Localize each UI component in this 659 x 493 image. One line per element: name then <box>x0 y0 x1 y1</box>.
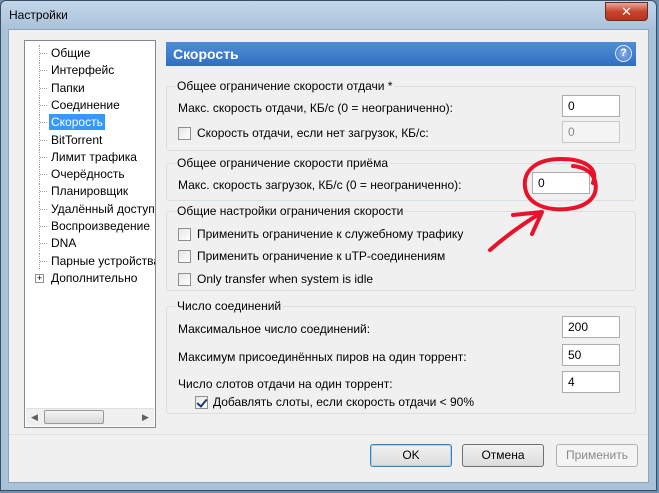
section-header: Скорость ? <box>166 42 636 66</box>
tree-item-label: Лимит трафика <box>51 149 137 164</box>
tree-item-label: Дополнительно <box>51 270 138 285</box>
settings-window: Настройки ✕ Общие Интерфейс Папки Соединени… <box>0 0 657 491</box>
connections-group: Число соединений Максимальное число соед… <box>166 299 636 414</box>
limit-overhead-label: Применить ограничение к служебному трафи… <box>197 227 464 241</box>
tree-item-label: BitTorrent <box>51 132 103 147</box>
tree-connector <box>40 243 47 245</box>
tree-item-label: Интерфейс <box>51 63 115 78</box>
scroll-right-icon[interactable]: ▶ <box>137 409 154 426</box>
max-peers-input[interactable]: 50 <box>562 344 620 366</box>
group-title: Общее ограничение скорости отдачи * <box>175 79 395 93</box>
download-limit-group: Общее ограничение скорости приёма Макс. … <box>166 156 636 201</box>
settings-tree[interactable]: Общие Интерфейс Папки Соединение Скорость Bit… <box>24 40 156 428</box>
tree-connector <box>40 104 47 106</box>
extra-slots-checkbox[interactable] <box>195 396 208 409</box>
section-title: Скорость <box>173 46 239 62</box>
scroll-thumb[interactable] <box>44 410 104 424</box>
expand-plus-icon[interactable]: + <box>35 273 44 283</box>
close-icon: ✕ <box>621 4 632 19</box>
tree-item-label: DNA <box>51 236 77 251</box>
idle-transfer-checkbox[interactable] <box>178 273 191 286</box>
tree-item-label: Удалённый доступ <box>51 201 155 216</box>
dialog-client: Общие Интерфейс Папки Соединение Скорость Bit… <box>8 29 649 483</box>
limit-utp-label: Применить ограничение к uTP-соединениям <box>197 249 446 263</box>
idle-transfer-label: Only transfer when system is idle <box>197 272 374 286</box>
max-peers-label: Максимум присоединённых пиров на один то… <box>178 350 467 364</box>
tree-item-label: Парные устройства <box>51 253 156 268</box>
apply-button[interactable]: Применить <box>556 444 638 467</box>
limit-utp-checkbox[interactable] <box>178 250 191 263</box>
general-limit-group: Общие настройки ограничения скорости При… <box>166 204 636 291</box>
group-title: Общее ограничение скорости приёма <box>175 156 391 170</box>
cancel-button[interactable]: Отмена <box>462 444 544 467</box>
max-download-input[interactable]: 0 <box>532 172 590 194</box>
upload-limit-group: Общее ограничение скорости отдачи * Макс… <box>166 79 636 151</box>
tree-connector <box>40 70 47 72</box>
idle-upload-label: Скорость отдачи, если нет загрузок, КБ/с… <box>197 126 429 140</box>
group-title: Общие настройки ограничения скорости <box>175 204 406 218</box>
max-connections-input[interactable]: 200 <box>562 316 620 338</box>
max-upload-input[interactable]: 0 <box>562 95 620 117</box>
window-title: Настройки <box>9 8 68 22</box>
tree-connector <box>40 139 47 141</box>
max-upload-label: Макс. скорость отдачи, КБ/с (0 = неогран… <box>178 101 453 115</box>
tree-item-label: Скорость <box>49 114 105 131</box>
tree-connector <box>40 156 47 158</box>
ok-button[interactable]: OK <box>370 444 452 467</box>
close-button[interactable]: ✕ <box>605 2 648 21</box>
tree-item-label: Планировщик <box>51 184 129 199</box>
idle-upload-input[interactable]: 0 <box>562 121 620 143</box>
tree-item-label: Воспроизведение <box>51 219 151 233</box>
upload-slots-input[interactable]: 4 <box>562 371 620 393</box>
scroll-left-icon[interactable]: ◀ <box>26 409 43 426</box>
tree-connector <box>40 122 47 124</box>
extra-slots-label: Добавлять слоты, если скорость отдачи < … <box>213 395 474 409</box>
tree-connector <box>40 226 47 227</box>
tree-item-label: Папки <box>51 80 85 95</box>
tree-connector <box>40 174 47 176</box>
tree-connector <box>40 87 47 89</box>
tree-connector <box>40 191 47 193</box>
tree-connector <box>40 208 47 210</box>
idle-upload-checkbox[interactable] <box>178 127 191 140</box>
tree-connector <box>40 53 47 54</box>
group-title: Число соединений <box>175 299 284 313</box>
max-download-label: Макс. скорость загрузок, КБ/с (0 = неогр… <box>178 178 462 192</box>
tree-item-label: Общие <box>51 46 91 60</box>
title-bar[interactable]: Настройки ✕ <box>1 1 656 29</box>
help-icon[interactable]: ? <box>615 45 632 62</box>
max-connections-label: Максимальное число соединений: <box>178 322 371 336</box>
tree-item-label: Очерёдность <box>51 167 125 182</box>
tree-item-label: Соединение <box>51 97 120 112</box>
tree-horizontal-scrollbar[interactable]: ◀ ▶ <box>26 408 154 426</box>
tree-connector <box>40 260 47 262</box>
limit-overhead-checkbox[interactable] <box>178 228 191 241</box>
button-bar-divider <box>9 434 648 435</box>
upload-slots-label: Число слотов отдачи на один торрент: <box>178 377 393 391</box>
